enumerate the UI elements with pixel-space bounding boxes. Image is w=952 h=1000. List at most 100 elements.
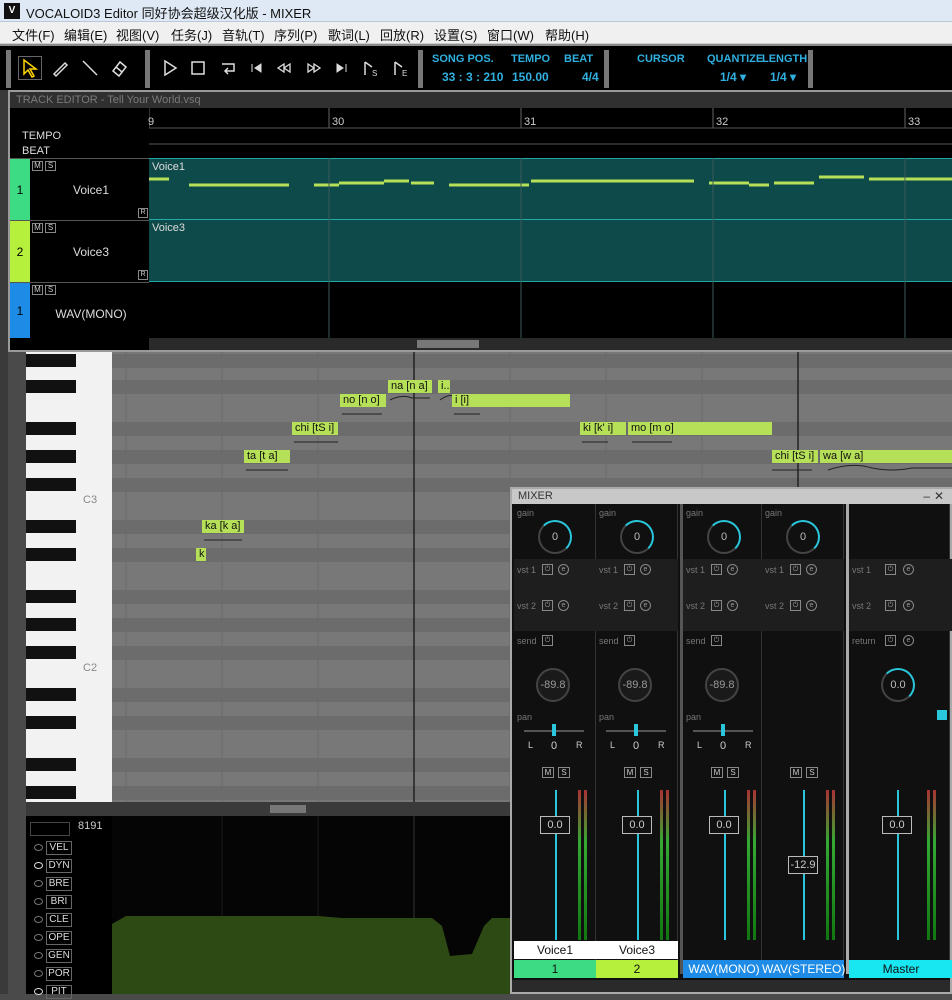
gain-knob[interactable]: 0: [538, 520, 572, 554]
solo-button[interactable]: S: [45, 223, 56, 233]
eye-icon[interactable]: [34, 844, 43, 851]
control-gen[interactable]: GEN: [30, 948, 102, 964]
power-icon[interactable]: ⏻: [624, 600, 635, 611]
black-key[interactable]: [26, 520, 76, 533]
record-button[interactable]: R: [138, 270, 148, 280]
control-vel[interactable]: VEL: [30, 840, 102, 856]
edit-icon[interactable]: e: [806, 600, 817, 611]
gain-knob[interactable]: 0: [707, 520, 741, 554]
edit-icon[interactable]: e: [558, 600, 569, 611]
control-bri[interactable]: BRI: [30, 894, 102, 910]
solo-button[interactable]: S: [558, 767, 570, 778]
volume-fader[interactable]: [724, 790, 726, 940]
record-button[interactable]: R: [138, 208, 148, 218]
black-key[interactable]: [26, 450, 76, 463]
edit-icon[interactable]: e: [727, 564, 738, 575]
pan-handle[interactable]: [552, 724, 556, 736]
eraser-tool-icon[interactable]: [107, 56, 131, 80]
menu-view[interactable]: 视图(V): [116, 25, 159, 44]
stop-icon[interactable]: [186, 56, 210, 80]
fader-value[interactable]: 0.0: [540, 816, 570, 834]
note[interactable]: na [n a]: [388, 380, 432, 393]
minimize-icon[interactable]: –: [923, 489, 930, 503]
skip-end-icon[interactable]: [330, 56, 354, 80]
mute-button[interactable]: M: [32, 223, 43, 233]
play-icon[interactable]: [158, 56, 182, 80]
eye-icon[interactable]: [34, 880, 43, 887]
master-fader[interactable]: [897, 790, 899, 940]
arrow-tool-icon[interactable]: [18, 56, 42, 80]
close-icon[interactable]: ✕: [934, 489, 944, 503]
mute-button[interactable]: M: [542, 767, 554, 778]
length-select[interactable]: 1/4 ▾: [770, 70, 796, 84]
eye-icon[interactable]: [34, 916, 43, 923]
skip-start-icon[interactable]: [244, 56, 268, 80]
note[interactable]: chi [tS i]: [772, 450, 818, 463]
black-key[interactable]: [26, 786, 76, 799]
eye-icon[interactable]: [34, 862, 43, 869]
send-knob[interactable]: -89.8: [618, 668, 652, 702]
menu-track[interactable]: 音轨(T): [222, 25, 265, 44]
edit-icon[interactable]: e: [640, 600, 651, 611]
power-icon[interactable]: ⏻: [711, 635, 722, 646]
note[interactable]: i [i]: [452, 394, 570, 407]
track-header-3[interactable]: 1 M S WAV(MONO): [10, 282, 150, 338]
black-key[interactable]: [26, 618, 76, 631]
fader-value[interactable]: 0.0: [882, 816, 912, 834]
edit-icon[interactable]: e: [558, 564, 569, 575]
mixer-hscrollbar[interactable]: [512, 980, 950, 992]
mute-button[interactable]: M: [32, 285, 43, 295]
power-icon[interactable]: ⏻: [624, 564, 635, 575]
solo-button[interactable]: S: [45, 285, 56, 295]
black-key[interactable]: [26, 590, 76, 603]
volume-fader[interactable]: [555, 790, 557, 940]
fader-value[interactable]: 0.0: [709, 816, 739, 834]
edit-icon[interactable]: e: [727, 600, 738, 611]
mute-button[interactable]: M: [711, 767, 723, 778]
solo-button[interactable]: S: [45, 161, 56, 171]
note[interactable]: ta [t a]: [244, 450, 290, 463]
control-value-box[interactable]: [30, 822, 70, 836]
power-icon[interactable]: ⏻: [885, 564, 896, 575]
black-key[interactable]: [26, 646, 76, 659]
control-pit[interactable]: PIT: [30, 984, 102, 1000]
marker-start-icon[interactable]: S: [358, 56, 382, 80]
edit-icon[interactable]: e: [806, 564, 817, 575]
toolbar-grip[interactable]: [6, 50, 11, 88]
menu-playback[interactable]: 回放(R): [380, 25, 424, 44]
control-cle[interactable]: CLE: [30, 912, 102, 928]
power-icon[interactable]: ⏻: [885, 635, 896, 646]
power-icon[interactable]: ⏻: [790, 600, 801, 611]
dropdown-icon[interactable]: [937, 710, 947, 720]
control-bre[interactable]: BRE: [30, 876, 102, 892]
fast-forward-icon[interactable]: [302, 56, 326, 80]
edit-icon[interactable]: e: [903, 564, 914, 575]
power-icon[interactable]: ⏻: [624, 635, 635, 646]
loop-icon[interactable]: [216, 56, 240, 80]
power-icon[interactable]: ⏻: [711, 564, 722, 575]
pan-handle[interactable]: [634, 724, 638, 736]
black-key[interactable]: [26, 422, 76, 435]
control-dyn[interactable]: DYN: [30, 858, 102, 874]
eye-icon[interactable]: [34, 898, 43, 905]
menu-lyrics[interactable]: 歌词(L): [328, 25, 370, 44]
track-header-2[interactable]: 2 M S Voice3 R: [10, 220, 150, 282]
note[interactable]: i..: [438, 380, 450, 393]
fader-value[interactable]: -12.9: [788, 856, 818, 874]
track-hscrollbar[interactable]: [149, 338, 952, 350]
mute-button[interactable]: M: [790, 767, 802, 778]
gain-knob[interactable]: 0: [620, 520, 654, 554]
send-knob[interactable]: -89.8: [705, 668, 739, 702]
eye-icon[interactable]: [34, 970, 43, 977]
scroll-thumb[interactable]: [270, 805, 306, 813]
note[interactable]: ka [k a]: [202, 520, 244, 533]
menu-job[interactable]: 任务(J): [171, 25, 212, 44]
control-por[interactable]: POR: [30, 966, 102, 982]
menu-file[interactable]: 文件(F): [12, 25, 55, 44]
menu-settings[interactable]: 设置(S): [434, 25, 477, 44]
black-key[interactable]: [26, 548, 76, 561]
menu-window[interactable]: 窗口(W): [487, 25, 534, 44]
power-icon[interactable]: ⏻: [542, 635, 553, 646]
black-key[interactable]: [26, 688, 76, 701]
note[interactable]: ki [k' i]: [580, 422, 626, 435]
